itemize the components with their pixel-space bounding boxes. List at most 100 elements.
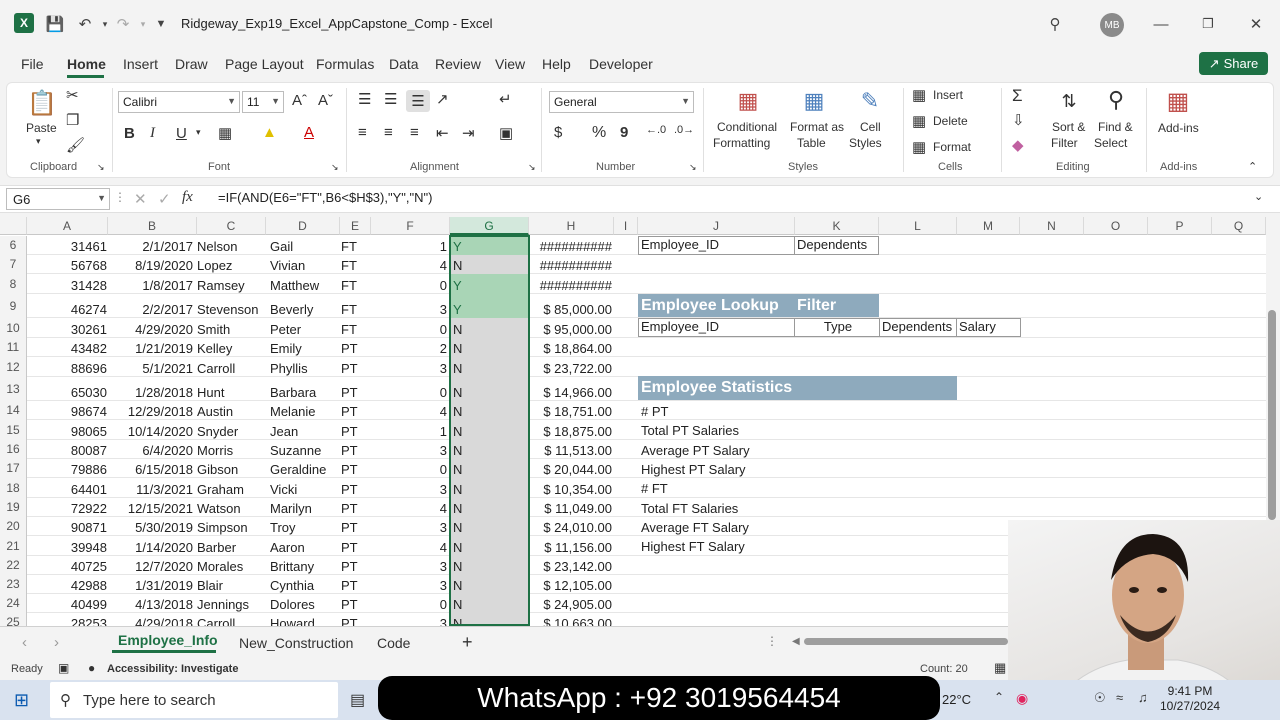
column-header-k[interactable]: K bbox=[795, 217, 879, 235]
cell-salary[interactable]: $ 23,142.00 bbox=[532, 559, 612, 575]
cell-dependents[interactable]: 1 bbox=[371, 424, 447, 440]
cell-last-name[interactable]: Morris bbox=[197, 443, 267, 459]
cell-salary[interactable]: $ 12,105.00 bbox=[532, 578, 612, 594]
name-box[interactable]: G6 ▼ bbox=[6, 188, 110, 210]
cell-hire-date[interactable]: 1/31/2019 bbox=[108, 578, 193, 594]
expand-formula-icon[interactable]: ⌄ bbox=[1254, 190, 1263, 203]
find-select-icon[interactable]: ⚲ bbox=[1102, 86, 1130, 114]
cell-dependents[interactable]: 3 bbox=[371, 361, 447, 377]
cut-icon[interactable]: ✂ bbox=[66, 86, 79, 104]
cell-first-name[interactable]: Gail bbox=[270, 239, 340, 255]
cell-first-name[interactable]: Cynthia bbox=[270, 578, 340, 594]
sheet-tab-employee-info[interactable]: Employee_Info bbox=[118, 632, 218, 648]
delete-cells-button[interactable]: Delete bbox=[933, 114, 968, 128]
fill-color-icon[interactable]: ▲ bbox=[262, 124, 277, 141]
filter-employee-id-header[interactable]: Employee_ID bbox=[638, 236, 795, 255]
row-header[interactable]: 23 bbox=[0, 575, 27, 594]
enter-icon[interactable]: ✓ bbox=[158, 190, 171, 208]
percent-icon[interactable]: % bbox=[592, 124, 606, 142]
statistic-label[interactable]: Total FT Salaries bbox=[641, 501, 791, 516]
cell-first-name[interactable]: Vivian bbox=[270, 258, 340, 274]
cell-dependents[interactable]: 4 bbox=[371, 540, 447, 556]
cell-type[interactable]: PT bbox=[341, 443, 371, 459]
cell-employee-id[interactable]: 90871 bbox=[27, 520, 107, 536]
cell-salary[interactable]: $ 11,156.00 bbox=[532, 540, 612, 556]
number-launcher-icon[interactable]: ↘ bbox=[689, 162, 697, 173]
cell-dependents[interactable]: 3 bbox=[371, 443, 447, 459]
cell-salary[interactable]: $ 95,000.00 bbox=[532, 322, 612, 338]
row-header[interactable]: 12 bbox=[0, 357, 27, 377]
cell-hire-date[interactable]: 5/1/2021 bbox=[108, 361, 193, 377]
format-as-label[interactable]: Format as bbox=[790, 120, 844, 134]
save-icon[interactable]: 💾 bbox=[44, 13, 66, 35]
cell-eligible[interactable]: N bbox=[450, 318, 529, 338]
cell-hire-date[interactable]: 2/2/2017 bbox=[108, 302, 193, 318]
cell-type[interactable]: FT bbox=[341, 302, 371, 318]
cell-salary[interactable]: $ 18,864.00 bbox=[532, 341, 612, 357]
restore-icon[interactable]: ❐ bbox=[1197, 13, 1219, 35]
row-header[interactable]: 10 bbox=[0, 318, 27, 338]
cell-last-name[interactable]: Morales bbox=[197, 559, 267, 575]
sort-label[interactable]: Sort & bbox=[1052, 120, 1085, 134]
cell-hire-date[interactable]: 12/15/2021 bbox=[108, 501, 193, 517]
scroll-left-icon[interactable]: ‹ bbox=[22, 634, 27, 651]
format-painter-icon[interactable]: 🖌 bbox=[66, 136, 85, 154]
cell-first-name[interactable]: Suzanne bbox=[270, 443, 340, 459]
column-header-l[interactable]: L bbox=[879, 217, 957, 235]
cell-salary[interactable]: $ 10,354.00 bbox=[532, 482, 612, 498]
statistic-label[interactable]: Total PT Salaries bbox=[641, 423, 791, 438]
cell-hire-date[interactable]: 4/29/2020 bbox=[108, 322, 193, 338]
cell-dependents[interactable]: 4 bbox=[371, 404, 447, 420]
cell-dependents[interactable]: 2 bbox=[371, 341, 447, 357]
font-launcher-icon[interactable]: ↘ bbox=[331, 162, 339, 173]
cell-type[interactable]: PT bbox=[341, 404, 371, 420]
cell-first-name[interactable]: Aaron bbox=[270, 540, 340, 556]
cell-hire-date[interactable]: 1/21/2019 bbox=[108, 341, 193, 357]
cell-salary[interactable]: ########## bbox=[532, 258, 612, 274]
align-bottom-icon[interactable]: ☰ bbox=[406, 90, 430, 112]
increase-font-icon[interactable]: Aˆ bbox=[292, 92, 307, 109]
sheet-tab-code[interactable]: Code bbox=[377, 635, 410, 651]
cell-employee-id[interactable]: 46274 bbox=[27, 302, 107, 318]
cell-eligible[interactable]: N bbox=[450, 556, 529, 575]
row-header[interactable]: 7 bbox=[0, 255, 27, 274]
cell-eligible[interactable]: Y bbox=[450, 274, 529, 294]
lookup-salary-header[interactable]: Salary bbox=[956, 318, 1021, 337]
cell-employee-id[interactable]: 80087 bbox=[27, 443, 107, 459]
cell-first-name[interactable]: Phyllis bbox=[270, 361, 340, 377]
cell-hire-date[interactable]: 12/7/2020 bbox=[108, 559, 193, 575]
cell-salary[interactable]: ########## bbox=[532, 239, 612, 255]
redo-icon[interactable]: ↷ bbox=[112, 13, 134, 35]
row-header[interactable]: 17 bbox=[0, 459, 27, 478]
normal-view-icon[interactable]: ▦ bbox=[994, 660, 1006, 676]
volume-icon[interactable]: ♫ bbox=[1138, 690, 1148, 705]
tab-view[interactable]: View bbox=[495, 56, 525, 72]
column-header-a[interactable]: A bbox=[27, 217, 108, 235]
row-header[interactable]: 9 bbox=[0, 294, 27, 318]
active-cell-g6[interactable]: Y bbox=[450, 236, 529, 255]
statistic-label[interactable]: # PT bbox=[641, 404, 791, 419]
statistic-label[interactable]: Highest PT Salary bbox=[641, 462, 791, 477]
tray-chevron-icon[interactable]: ⌃ bbox=[994, 690, 1004, 704]
conditional-formatting-label[interactable]: Conditional bbox=[717, 120, 777, 134]
align-right-icon[interactable]: ≡ bbox=[410, 124, 419, 141]
cell-eligible[interactable]: N bbox=[450, 401, 529, 420]
cell-type[interactable]: PT bbox=[341, 540, 371, 556]
column-header-j[interactable]: J bbox=[638, 217, 795, 235]
cell-eligible[interactable]: N bbox=[450, 517, 529, 536]
cell-employee-id[interactable]: 56768 bbox=[27, 258, 107, 274]
cell-eligible[interactable]: Y bbox=[450, 294, 529, 318]
fill-icon[interactable]: ⇩ bbox=[1012, 111, 1025, 129]
cell-hire-date[interactable]: 4/13/2018 bbox=[108, 597, 193, 613]
cell-eligible[interactable]: N bbox=[450, 255, 529, 274]
cell-dependents[interactable]: 0 bbox=[371, 322, 447, 338]
tab-developer[interactable]: Developer bbox=[589, 56, 653, 72]
paste-button[interactable]: Paste bbox=[26, 121, 57, 135]
cell-dependents[interactable]: 4 bbox=[371, 501, 447, 517]
styles-label[interactable]: Styles bbox=[849, 136, 882, 150]
insert-cells-button[interactable]: Insert bbox=[933, 88, 963, 102]
cell-label[interactable]: Cell bbox=[860, 120, 881, 134]
row-header[interactable]: 8 bbox=[0, 274, 27, 294]
cell-hire-date[interactable]: 1/28/2018 bbox=[108, 385, 193, 401]
format-as-table-icon[interactable]: ▦ bbox=[800, 88, 828, 114]
